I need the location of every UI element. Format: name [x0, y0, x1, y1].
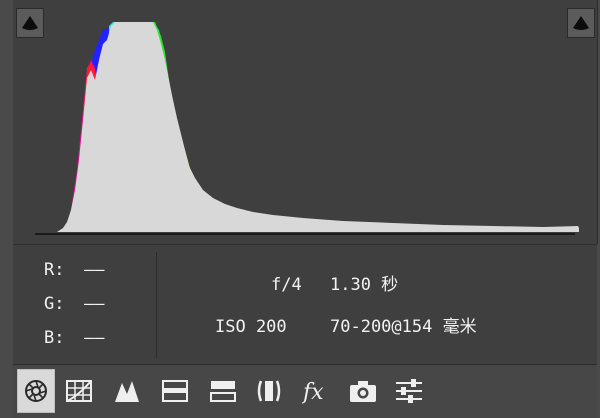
b-value: —— [84, 328, 105, 348]
panel-tabs-toolbar: fx [13, 364, 597, 418]
tab-tone-curve[interactable] [63, 375, 95, 407]
triangle-up-warning-icon [22, 16, 38, 30]
triangle-up-warning-icon [573, 16, 589, 30]
g-value: —— [84, 294, 105, 314]
tab-presets[interactable] [393, 375, 425, 407]
rgb-readout-r: R: —— [44, 260, 104, 280]
svg-text:fx: fx [302, 380, 324, 404]
aperture-icon [25, 380, 47, 402]
shadow-clipping-toggle[interactable] [16, 8, 44, 38]
iso-value: ISO 200 [215, 317, 287, 337]
tab-lens-corrections[interactable] [253, 375, 285, 407]
sliders-icon [396, 379, 422, 403]
hsl-bars-icon [162, 380, 188, 402]
mountain-icon [115, 381, 139, 402]
info-divider [156, 252, 157, 358]
histogram-luminance [57, 22, 579, 232]
tab-camera-calibration[interactable] [347, 375, 379, 407]
aperture-value: f/4 [271, 275, 302, 295]
histogram-panel [13, 0, 598, 244]
b-label: B: [44, 328, 65, 348]
lens-icon [257, 380, 281, 402]
lens-value: 70-200@154 毫米 [330, 317, 477, 337]
camera-raw-panel: R: —— G: —— B: —— f/4 1.30 秒 ISO 200 70-… [0, 0, 600, 418]
histogram-chart [35, 22, 579, 235]
rgb-readout-g: G: —— [44, 294, 104, 314]
tab-basic[interactable] [17, 369, 55, 413]
fx-icon: fx [302, 380, 324, 404]
tab-split-toning[interactable] [207, 375, 239, 407]
r-value: —— [84, 260, 105, 280]
highlight-clipping-toggle[interactable] [567, 8, 595, 38]
tab-detail[interactable] [111, 375, 143, 407]
rgb-readout-b: B: —— [44, 328, 104, 348]
camera-icon [350, 381, 376, 402]
r-label: R: [44, 260, 65, 280]
tab-effects[interactable]: fx [301, 375, 333, 407]
shutter-speed-value: 1.30 秒 [330, 275, 399, 295]
g-label: G: [44, 294, 65, 314]
split-toning-icon [210, 381, 236, 402]
tab-hsl[interactable] [159, 375, 191, 407]
grid-curve-icon [66, 380, 92, 402]
